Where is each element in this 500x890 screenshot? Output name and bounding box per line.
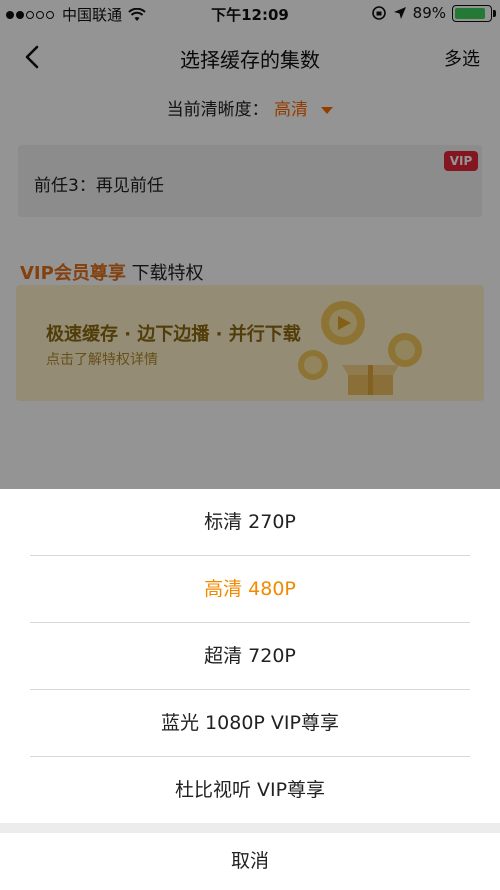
quality-action-sheet: 标清 270P 高清 480P 超清 720P 蓝光 1080P VIP尊享 杜… xyxy=(0,489,500,890)
app-screen: 中国联通 下午12:09 89% 选择缓存的集数 多选 当前清晰度： 高清 前任… xyxy=(0,0,500,890)
sheet-separator xyxy=(0,823,500,833)
option-shd-720p[interactable]: 超清 720P xyxy=(30,623,470,690)
option-bluray-1080p[interactable]: 蓝光 1080P VIP尊享 xyxy=(30,690,470,757)
option-hd-480p[interactable]: 高清 480P xyxy=(30,556,470,623)
cancel-button[interactable]: 取消 xyxy=(0,833,500,890)
option-dolby[interactable]: 杜比视听 VIP尊享 xyxy=(30,757,470,824)
option-sd-270p[interactable]: 标清 270P xyxy=(30,489,470,556)
